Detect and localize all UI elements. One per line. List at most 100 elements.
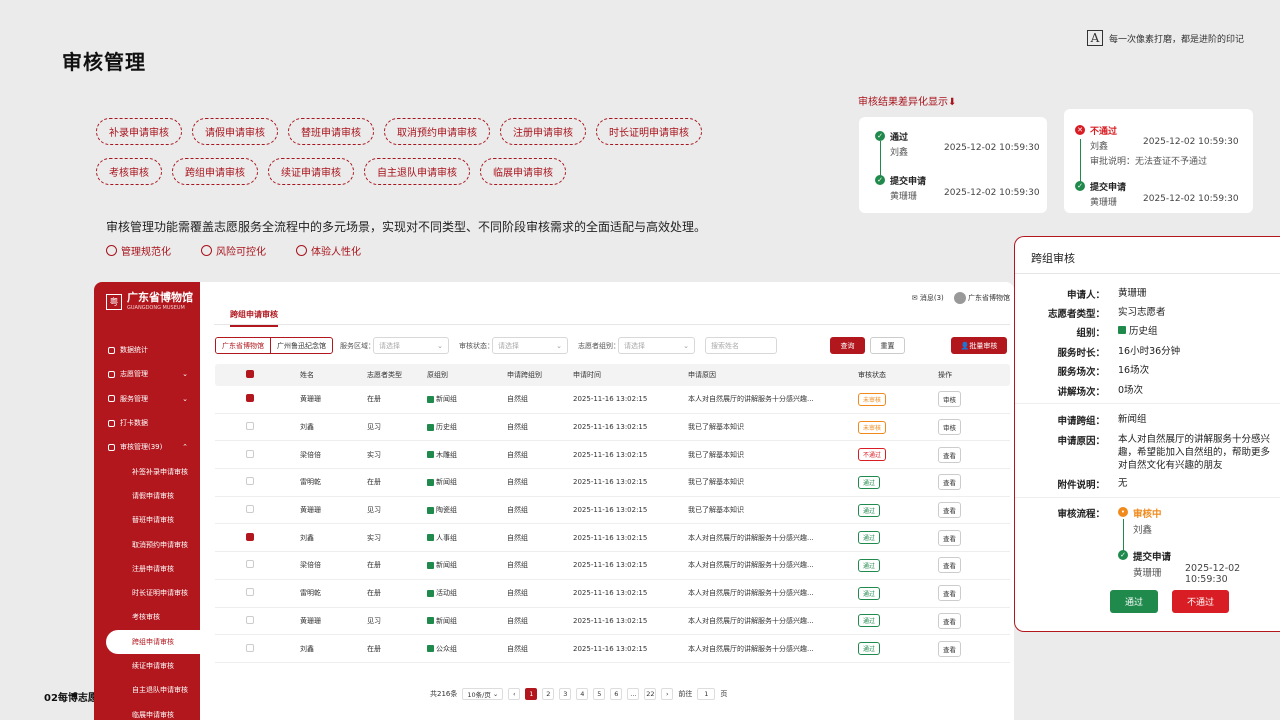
pill[interactable]: 续证申请审核 (268, 158, 354, 185)
reject-button[interactable]: 不通过 (1172, 590, 1229, 613)
messages-link[interactable]: ✉ 消息(3) (912, 293, 944, 303)
smile-icon (296, 245, 307, 256)
page-button[interactable]: 5 (593, 688, 606, 700)
row-checkbox[interactable] (246, 505, 254, 514)
cell-name: 黄珊珊 (300, 506, 321, 515)
sidebar-item[interactable]: 审核管理(39) ⌃ (94, 435, 200, 459)
page-button[interactable]: 4 (576, 688, 589, 700)
page-button[interactable]: 3 (559, 688, 572, 700)
sidebar-item[interactable]: 数据统计 (94, 338, 200, 362)
page-button[interactable]: 1 (525, 688, 538, 700)
pass-button[interactable]: 通过 (1110, 590, 1158, 613)
pill[interactable]: 请假申请审核 (192, 118, 278, 145)
reset-button[interactable]: 重置 (870, 337, 905, 354)
select-all-checkbox[interactable] (246, 370, 254, 378)
row-checkbox[interactable] (246, 477, 254, 486)
group-icon (427, 395, 434, 403)
page-button[interactable]: 6 (610, 688, 623, 700)
page-title: 审核管理 (62, 50, 146, 74)
row-action-button[interactable]: 查看 (938, 585, 961, 602)
row-checkbox[interactable] (246, 560, 254, 569)
cell-target: 自然组 (507, 561, 528, 570)
sidebar-item-label: 取消预约申请审核 (132, 540, 188, 549)
name-search-input[interactable]: 搜索姓名 (705, 337, 777, 354)
area-select[interactable]: 请选择 ⌄ (373, 337, 449, 354)
page-size-select[interactable]: 10条/页 ⌄ (462, 688, 504, 700)
sidebar-item[interactable]: 临展申请审核 (94, 702, 200, 720)
sidebar-item[interactable]: 时长证明申请审核 (94, 581, 200, 605)
row-checkbox[interactable] (246, 422, 254, 431)
col-header: 审核状态 (858, 371, 886, 379)
sidebar-item[interactable]: 跨组申请审核 (106, 629, 200, 654)
row-checkbox[interactable] (246, 643, 254, 652)
page-button[interactable]: 2 (542, 688, 555, 700)
row-checkbox[interactable] (246, 449, 254, 458)
row-checkbox[interactable] (246, 532, 254, 541)
pill[interactable]: 自主退队申请审核 (364, 158, 470, 185)
row-action-button[interactable]: 查看 (938, 612, 961, 629)
cell-group: 新闻组 (427, 560, 457, 570)
sidebar-item[interactable]: 打卡数据 (94, 411, 200, 435)
sidebar-item[interactable]: 续证申请审核 (94, 654, 200, 678)
pill[interactable]: 替班申请审核 (288, 118, 374, 145)
goto-input[interactable]: 1 (697, 688, 716, 700)
row-action-button[interactable]: 查看 (938, 502, 961, 519)
row-checkbox[interactable] (246, 615, 254, 624)
venue-option[interactable]: 广东省博物馆 (216, 338, 270, 353)
sidebar-item-label: 注册申请审核 (132, 564, 174, 573)
sidebar-item-label: 志愿管理 (120, 370, 148, 379)
check-icon: ✓ (875, 131, 885, 141)
sidebar-item[interactable]: 取消预约申请审核 (94, 532, 200, 556)
row-action-button[interactable]: 审核 (938, 391, 961, 408)
group-icon (427, 478, 434, 486)
query-button[interactable]: 查询 (830, 337, 865, 354)
prev-page-button[interactable]: ‹ (508, 688, 521, 700)
sidebar-item[interactable]: 自主退队申请审核 (94, 678, 200, 702)
field-value: 实习志愿者 (1118, 307, 1166, 318)
sidebar-item[interactable]: 替班申请审核 (94, 508, 200, 532)
sidebar-item[interactable]: 补签补录申请审核 (94, 459, 200, 483)
row-checkbox[interactable] (246, 394, 254, 403)
row-action-button[interactable]: 查看 (938, 557, 961, 574)
row-action-button[interactable]: 审核 (938, 419, 961, 436)
pill[interactable]: 时长证明申请审核 (596, 118, 702, 145)
page-button[interactable]: 22 (644, 688, 657, 700)
row-checkbox[interactable] (246, 588, 254, 597)
page-button[interactable]: ... (627, 688, 640, 700)
table-row: 梁倍倍 在册 新闻组 自然组 2025-11-16 13:02:15 本人对自然展厅的讲解… (215, 552, 1010, 580)
sidebar-item[interactable]: 请假申请审核 (94, 484, 200, 508)
pill[interactable]: 注册申请审核 (500, 118, 586, 145)
row-action-button[interactable]: 查看 (938, 474, 961, 491)
sidebar-item[interactable]: 志愿管理 ⌄ (94, 362, 200, 386)
group-select[interactable]: 请选择 ⌄ (618, 337, 695, 354)
batch-review-button[interactable]: 👤 批量审核 (951, 337, 1007, 354)
chevron-down-icon: ⌄ (556, 341, 562, 350)
next-page-button[interactable]: › (661, 688, 674, 700)
table-row: 雷明乾 在册 新闻组 自然组 2025-11-16 13:02:15 我已了解基本知识 通过… (215, 469, 1010, 497)
diff-title: 审核结果差异化显示⬇ (858, 97, 957, 108)
sidebar-item-label: 数据统计 (120, 346, 148, 355)
status-select[interactable]: 请选择 ⌄ (492, 337, 568, 354)
pill[interactable]: 补录申请审核 (96, 118, 182, 145)
hand-icon (106, 245, 117, 256)
sidebar-item[interactable]: 注册申请审核 (94, 557, 200, 581)
feature-label: 体验人性化 (311, 247, 361, 258)
pill[interactable]: 临展申请审核 (480, 158, 566, 185)
row-action-button[interactable]: 查看 (938, 446, 961, 463)
cell-time: 2025-11-16 13:02:15 (573, 533, 648, 542)
row-action-button[interactable]: 查看 (938, 529, 961, 546)
page-list: 1 2 3 4 5 6... 22 (525, 688, 657, 700)
pill[interactable]: 跨组申请审核 (172, 158, 258, 185)
sidebar-item[interactable]: 考核审核 (94, 605, 200, 629)
pill[interactable]: 考核审核 (96, 158, 162, 185)
pill[interactable]: 取消预约申请审核 (384, 118, 490, 145)
group-name: 木雕组 (436, 450, 457, 459)
row-action-button[interactable]: 查看 (938, 640, 961, 657)
user-menu[interactable]: 广东省博物馆 (953, 292, 1010, 304)
sidebar-item[interactable]: 服务管理 ⌄ (94, 387, 200, 411)
cell-type: 在册 (367, 644, 381, 653)
batch-label: 批量审核 (969, 341, 998, 350)
venue-option[interactable]: 广州鲁迅纪念馆 (270, 338, 332, 353)
cell-name: 雷明乾 (300, 478, 321, 487)
cell-reason: 我已了解基本知识 (688, 506, 744, 515)
